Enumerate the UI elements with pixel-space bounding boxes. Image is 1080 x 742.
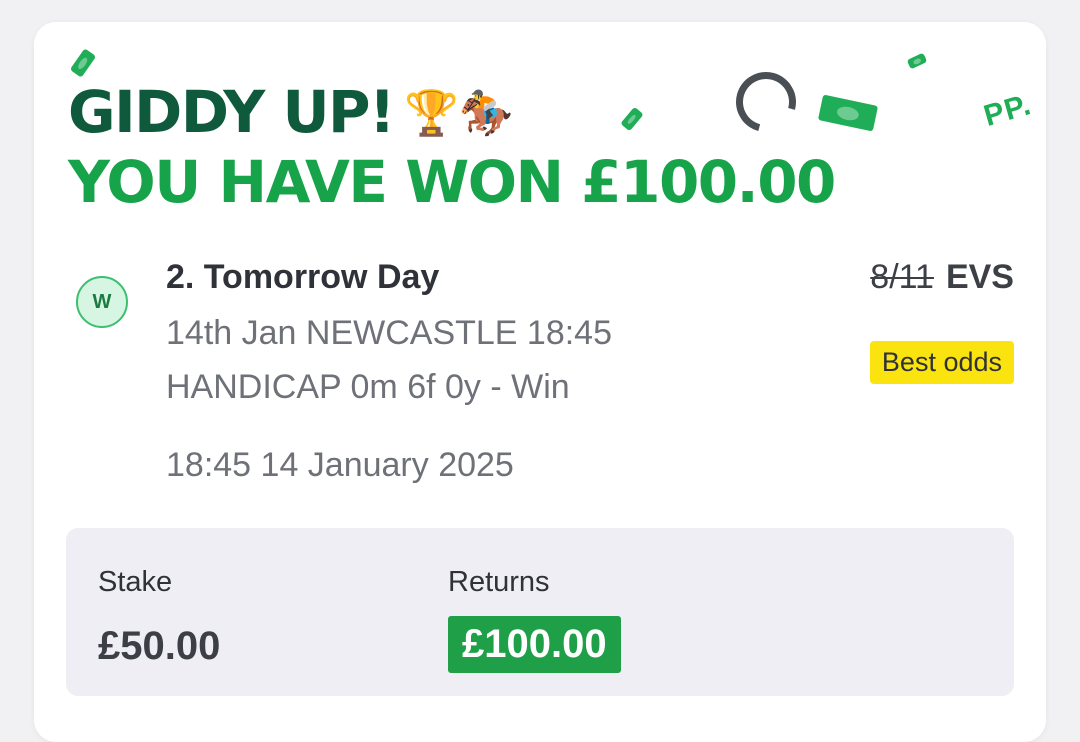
stake-returns-panel: Stake £50.00 Returns £100.00 <box>66 528 1014 696</box>
old-odds: 8/11 <box>870 258 934 296</box>
returns-label: Returns <box>448 566 550 598</box>
market-info: HANDICAP 0m 6f 0y - Win <box>166 368 570 406</box>
selection-name: 2. Tomorrow Day <box>166 258 440 296</box>
win-headline: GIDDY UP! 🏆🏇 YOU HAVE WON £100.00 <box>68 78 836 216</box>
stake-value: £50.00 <box>98 624 221 668</box>
headline-line-2: YOU HAVE WON £100.00 <box>68 148 836 216</box>
odds: 8/11 EVS <box>870 258 1014 297</box>
money-note-decoration <box>69 48 97 78</box>
new-odds: EVS <box>945 258 1014 296</box>
win-result-badge: W <box>76 276 128 328</box>
event-datetime: 18:45 14 January 2025 <box>166 446 514 484</box>
event-info: 14th Jan NEWCASTLE 18:45 <box>166 314 613 352</box>
money-note-decoration <box>906 52 928 70</box>
returns-value: £100.00 <box>448 616 621 673</box>
trophy-horse-icon: 🏆🏇 <box>404 88 514 139</box>
best-odds-badge: Best odds <box>869 341 1014 384</box>
stake-label: Stake <box>98 566 173 598</box>
decor-text: PP. <box>980 88 1035 133</box>
headline-line-1: GIDDY UP! 🏆🏇 <box>68 78 514 146</box>
